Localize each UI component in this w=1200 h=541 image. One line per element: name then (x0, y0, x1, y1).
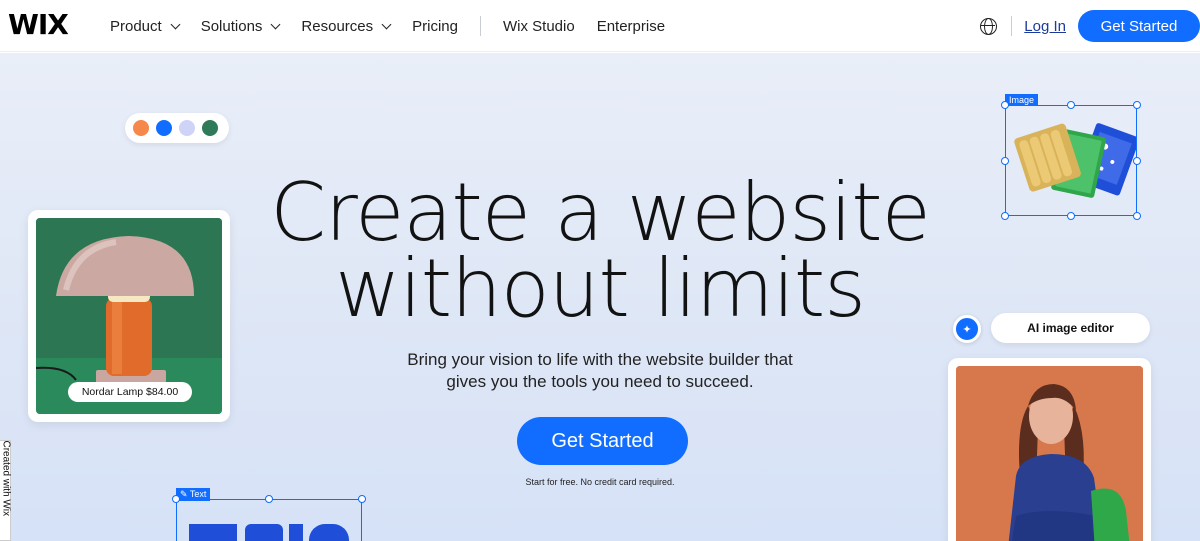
pin-icon: ✎ (180, 489, 190, 499)
photo-card[interactable] (948, 358, 1151, 541)
color-palette-widget (125, 113, 229, 143)
resize-handle[interactable] (1067, 101, 1075, 109)
price-tag: Nordar Lamp $84.00 (68, 382, 192, 402)
ai-image-editor-pill[interactable]: ✦ AI image editor (953, 312, 1150, 344)
chevron-down-icon (270, 19, 281, 29)
main-nav: Product Solutions Resources Pricing Wix … (110, 0, 687, 52)
nav-product[interactable]: Product (110, 17, 181, 35)
resize-handle[interactable] (358, 495, 366, 503)
get-started-hero-button[interactable]: Get Started (517, 417, 688, 465)
nav-product-label: Product (110, 17, 162, 35)
created-with-wix-text: Created with Wix (0, 440, 12, 517)
header-divider (1011, 16, 1013, 36)
text-selection-box[interactable]: ✎ Text (172, 488, 366, 541)
nav-pricing-label: Pricing (412, 17, 458, 35)
nav-resources-label: Resources (301, 17, 374, 35)
resize-handle[interactable] (1001, 212, 1009, 220)
woman-photo (956, 366, 1143, 541)
product-card[interactable]: Nordar Lamp $84.00 (28, 210, 230, 422)
lamp-image: Nordar Lamp $84.00 (36, 218, 222, 414)
created-with-wix-badge[interactable]: Created with Wix (0, 440, 12, 541)
woman-illustration (956, 366, 1143, 541)
chevron-down-icon (170, 19, 181, 29)
resize-handle[interactable] (1133, 101, 1141, 109)
nav-solutions[interactable]: Solutions (200, 17, 281, 35)
get-started-header-button[interactable]: Get Started (1078, 10, 1200, 42)
nav-wix-studio-label: Wix Studio (502, 17, 575, 35)
text-widget-label-text: Text (189, 489, 207, 499)
hero-section: Create a website without limits Bring yo… (0, 53, 1200, 541)
resize-handle[interactable] (1001, 157, 1009, 165)
nav-solutions-label: Solutions (200, 17, 263, 35)
image-widget-label: Image (1005, 94, 1039, 106)
logo-text-preview (189, 524, 349, 541)
resize-handle[interactable] (1001, 101, 1009, 109)
login-link[interactable]: Log In (1024, 18, 1066, 35)
color-swatch[interactable] (133, 120, 149, 136)
resize-handle[interactable] (1067, 212, 1075, 220)
top-navigation-bar: WIX Product Solutions Resources Pricing … (0, 0, 1200, 52)
header-actions: Log In Get Started (980, 0, 1200, 52)
nav-enterprise[interactable]: Enterprise (597, 18, 665, 35)
nav-divider (479, 16, 481, 36)
color-swatch[interactable] (156, 120, 172, 136)
resize-handle[interactable] (1133, 157, 1141, 165)
wix-logo[interactable]: WIX (8, 8, 69, 41)
color-swatch[interactable] (202, 120, 218, 136)
globe-icon[interactable] (980, 17, 998, 35)
color-swatch[interactable] (179, 120, 195, 136)
nav-wix-studio[interactable]: Wix Studio (503, 18, 575, 35)
nav-resources[interactable]: Resources (301, 17, 392, 35)
nav-enterprise-label: Enterprise (596, 17, 666, 35)
nav-pricing[interactable]: Pricing (412, 18, 458, 35)
resize-handle[interactable] (172, 495, 180, 503)
ai-image-editor-label: AI image editor (991, 313, 1150, 343)
chevron-down-icon (381, 19, 392, 29)
sparkle-icon: ✦ (953, 315, 981, 343)
product-boxes-image (1014, 123, 1136, 198)
image-selection-box[interactable]: Image (1001, 94, 1141, 220)
resize-handle[interactable] (265, 495, 273, 503)
resize-handle[interactable] (1133, 212, 1141, 220)
